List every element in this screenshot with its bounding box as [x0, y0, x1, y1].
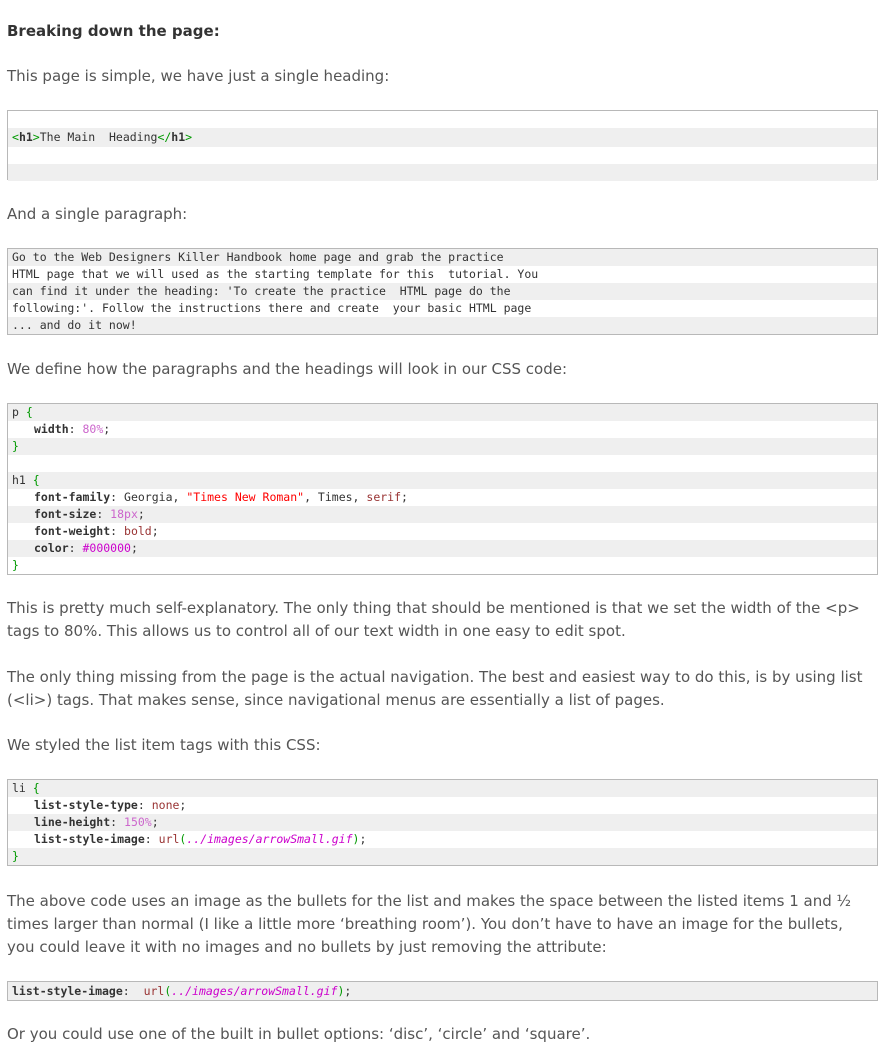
code-block-paragraph: Go to the Web Designers Killer Handbook …: [7, 248, 878, 335]
code-line: Go to the Web Designers Killer Handbook …: [8, 249, 877, 266]
paragraph-7: The above code uses an image as the bull…: [7, 892, 852, 956]
code-line: h1 {: [8, 472, 877, 489]
code-line: list-style-image: url(../images/arrowSma…: [8, 831, 877, 848]
paragraph-3: We define how the paragraphs and the hea…: [7, 360, 568, 378]
code-line: }: [8, 438, 877, 455]
paragraph-5: The only thing missing from the page is …: [7, 668, 863, 709]
paragraph-1: This page is simple, we have just a sing…: [7, 67, 390, 85]
code-line: p {: [8, 404, 877, 421]
code-line: list-style-image: url(../images/arrowSma…: [8, 982, 877, 1000]
code-line: HTML page that we will used as the start…: [8, 266, 877, 283]
code-line: color: #000000;: [8, 540, 877, 557]
code-line: can find it under the heading: 'To creat…: [8, 283, 877, 300]
code-line: list-style-type: none;: [8, 797, 877, 814]
section-heading: Breaking down the page:: [7, 22, 220, 40]
code-line: line-height: 150%;: [8, 814, 877, 831]
paragraph-6: We styled the list item tags with this C…: [7, 736, 321, 754]
code-line: font-family: Georgia, "Times New Roman",…: [8, 489, 877, 506]
paragraph-8: Or you could use one of the built in bul…: [7, 1025, 591, 1043]
paragraph-2: And a single paragraph:: [7, 205, 188, 223]
code-line: font-size: 18px;: [8, 506, 877, 523]
code-block-h1: <h1>The Main Heading</h1>: [7, 110, 878, 181]
code-line: li {: [8, 780, 877, 797]
code-line: }: [8, 557, 877, 574]
code-block-css-li: li { list-style-type: none; line-height:…: [7, 779, 878, 866]
code-line: ... and do it now!: [8, 317, 877, 334]
code-line: <h1>The Main Heading</h1>: [8, 128, 877, 147]
paragraph-4: This is pretty much self-explanatory. Th…: [7, 599, 860, 640]
code-block-css-p-h1: p { width: 80%; } h1 { font-family: Geor…: [7, 403, 878, 575]
code-block-list-style-image: list-style-image: url(../images/arrowSma…: [7, 981, 878, 1001]
code-line: following:'. Follow the instructions the…: [8, 300, 877, 317]
code-line: }: [8, 848, 877, 865]
code-line: width: 80%;: [8, 421, 877, 438]
code-line: font-weight: bold;: [8, 523, 877, 540]
